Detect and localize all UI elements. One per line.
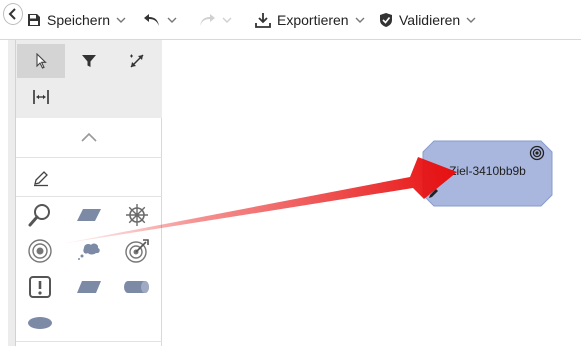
cylinder-icon (124, 281, 149, 293)
ellipse-shape[interactable] (25, 308, 55, 338)
chevron-down-icon[interactable] (167, 15, 177, 25)
chevron-down-icon[interactable] (355, 15, 365, 25)
export-button[interactable]: Exportieren (255, 8, 365, 32)
separator (16, 157, 162, 158)
exclamation-icon (29, 276, 51, 298)
goal-shape[interactable] (25, 236, 55, 266)
filter-tool[interactable] (65, 44, 113, 78)
magnifier-icon (28, 204, 50, 227)
save-label: Speichern (47, 12, 111, 28)
wheel-shape[interactable] (122, 200, 152, 230)
select-tool[interactable] (17, 44, 65, 78)
target-hit-shape[interactable] (122, 236, 152, 266)
toolbar: Speichern Exportieren Validieren (0, 0, 581, 40)
shield-check-icon (380, 13, 392, 27)
filter-icon (82, 55, 96, 67)
chevron-down-icon[interactable] (222, 15, 232, 25)
space-tool[interactable] (17, 80, 65, 114)
goal-node[interactable]: Ziel-3410bb9b (422, 140, 553, 207)
ship-wheel-icon (126, 204, 148, 226)
target-icon (28, 239, 52, 263)
cloud-shape[interactable] (74, 236, 104, 266)
connect-tool[interactable] (113, 44, 161, 78)
undo-button[interactable] (143, 8, 177, 32)
node-label: Ziel-3410bb9b (449, 164, 526, 178)
undo-icon (144, 14, 159, 26)
target-arrow-icon (125, 239, 149, 263)
annotation-tool[interactable] (26, 163, 56, 193)
cloud-icon (78, 243, 100, 260)
panel-gutter (8, 40, 16, 346)
tool-modes (16, 40, 162, 118)
pencil-icon (34, 171, 48, 187)
validate-button[interactable]: Validieren (379, 8, 476, 32)
collapse-tools-button[interactable] (65, 122, 113, 152)
save-icon (28, 14, 40, 26)
diagonal-arrows-icon (130, 54, 144, 68)
redo-icon (200, 14, 215, 26)
chevron-down-icon[interactable] (116, 15, 126, 25)
search-shape[interactable] (25, 200, 55, 230)
separator (16, 341, 162, 342)
edit-icon[interactable] (428, 187, 440, 199)
download-icon (255, 13, 271, 28)
parallelogram-icon (77, 209, 101, 221)
parallelogram-icon (77, 281, 101, 293)
target-icon (529, 145, 545, 161)
redo-button[interactable] (198, 8, 232, 32)
issue-shape[interactable] (25, 272, 55, 302)
separator (16, 196, 162, 197)
cylinder-shape[interactable] (122, 272, 152, 302)
validate-label: Validieren (399, 12, 461, 28)
parallelogram-shape[interactable] (74, 200, 104, 230)
collapse-panel-button[interactable] (3, 3, 23, 25)
tool-panel (16, 40, 162, 346)
cursor-icon (36, 53, 47, 69)
export-label: Exportieren (277, 12, 349, 28)
chevron-left-icon (8, 8, 16, 20)
ellipse-icon (28, 317, 52, 329)
skewed-shape[interactable] (74, 272, 104, 302)
save-button[interactable]: Speichern (27, 8, 126, 32)
chevron-down-icon[interactable] (466, 15, 476, 25)
horizontal-space-icon (33, 90, 49, 104)
chevron-up-icon (81, 132, 97, 142)
